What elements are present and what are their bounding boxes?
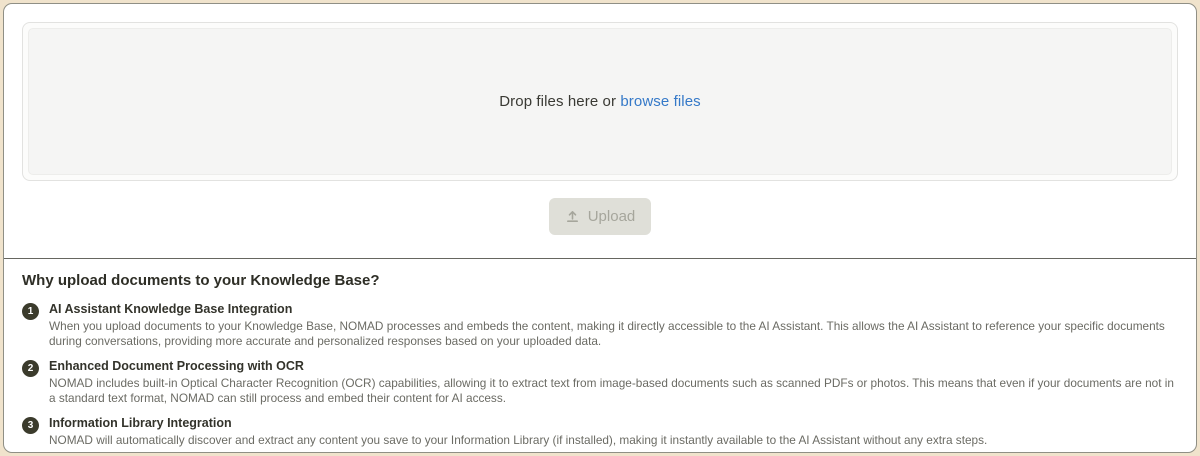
item-number-badge: 2 [22, 360, 39, 377]
info-item-body: Information Library Integration NOMAD wi… [49, 416, 1182, 448]
info-section: Why upload documents to your Knowledge B… [22, 272, 1182, 453]
info-item-1: 1 AI Assistant Knowledge Base Integratio… [22, 302, 1182, 348]
browse-files-link[interactable]: browse files [620, 93, 700, 110]
upload-button-label: Upload [588, 208, 636, 225]
info-item-body: AI Assistant Knowledge Base Integration … [49, 302, 1182, 348]
item-number-badge: 1 [22, 303, 39, 320]
main-panel: Drop files here or browse files Upload W… [3, 3, 1197, 453]
drop-zone-prompt: Drop files here or [499, 93, 616, 110]
section-divider [4, 258, 1196, 259]
upload-button-row: Upload [4, 198, 1196, 235]
file-drop-zone[interactable]: Drop files here or browse files [22, 22, 1178, 181]
item-title: Information Library Integration [49, 416, 1182, 430]
upload-button[interactable]: Upload [549, 198, 652, 235]
info-heading: Why upload documents to your Knowledge B… [22, 272, 1182, 289]
item-description: NOMAD includes built-in Optical Characte… [49, 376, 1182, 405]
item-title: Enhanced Document Processing with OCR [49, 359, 1182, 373]
info-item-2: 2 Enhanced Document Processing with OCR … [22, 359, 1182, 405]
file-drop-zone-inner[interactable]: Drop files here or browse files [28, 28, 1172, 175]
item-description: NOMAD will automatically discover and ex… [49, 433, 1182, 448]
info-item-body: Enhanced Document Processing with OCR NO… [49, 359, 1182, 405]
drop-zone-text: Drop files here or browse files [499, 93, 701, 110]
upload-icon [565, 209, 580, 224]
info-item-3: 3 Information Library Integration NOMAD … [22, 416, 1182, 448]
item-description: When you upload documents to your Knowle… [49, 319, 1182, 348]
item-number-badge: 3 [22, 417, 39, 434]
item-title: AI Assistant Knowledge Base Integration [49, 302, 1182, 316]
